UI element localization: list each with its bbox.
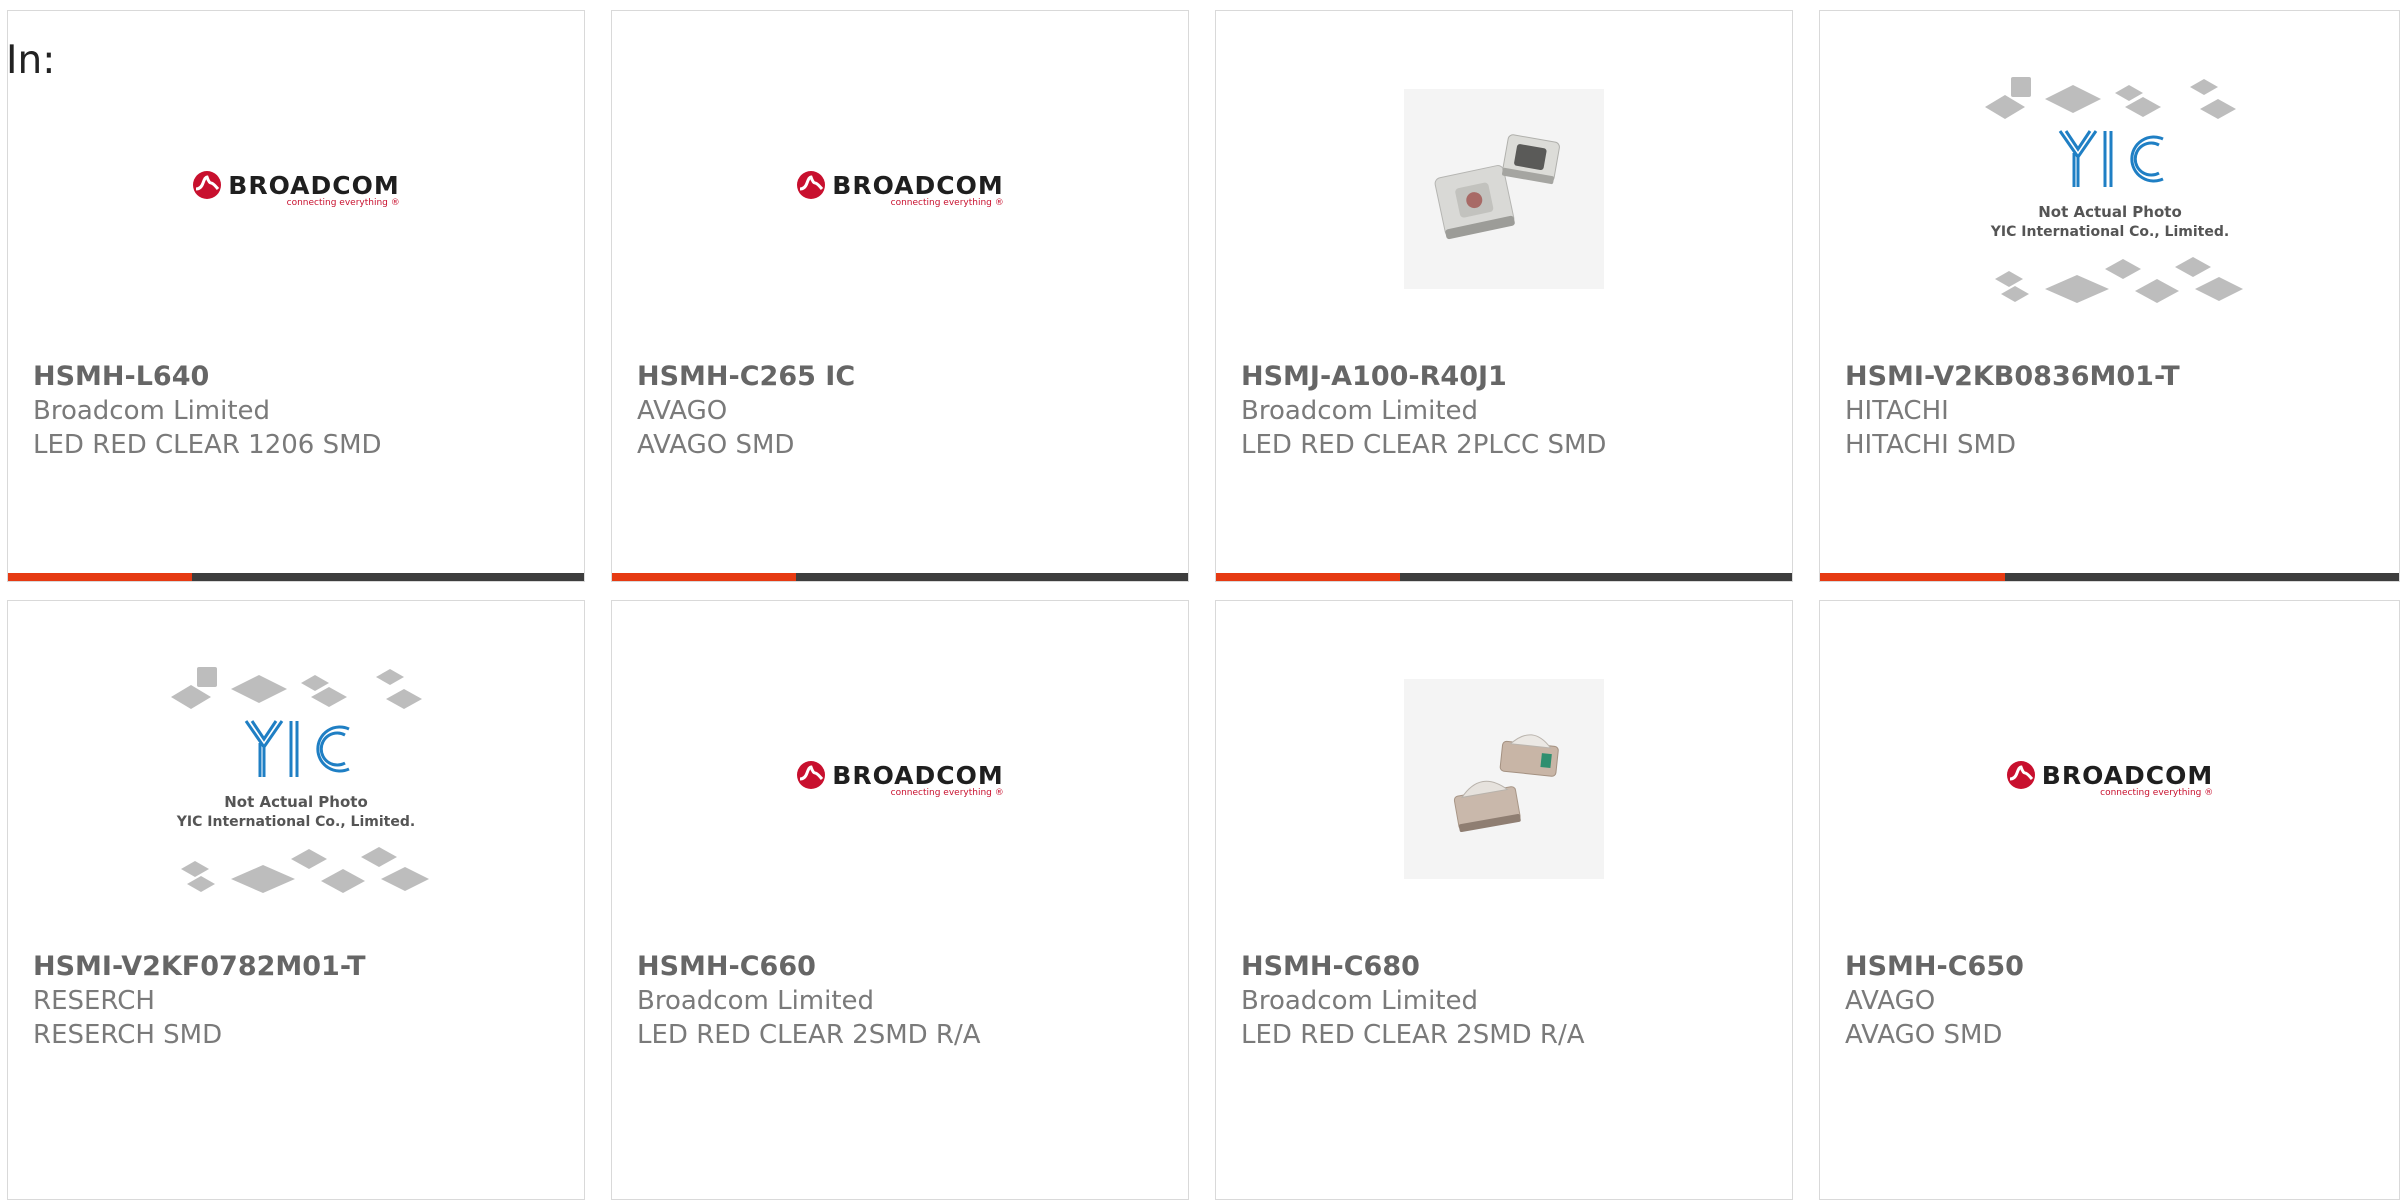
progress-fill — [1216, 573, 1401, 581]
description: RESERCH SMD — [33, 1020, 223, 1050]
product-image — [1216, 69, 1792, 309]
part-number[interactable]: HSMI-V2KB0836M01-T — [1845, 361, 2180, 392]
product-card[interactable]: Not Actual Photo YIC International Co., … — [1819, 10, 2400, 582]
broadcom-wordmark: BROADCOM — [228, 170, 400, 200]
description: HITACHI SMD — [1845, 430, 2017, 460]
yic-caption-line1: Not Actual Photo — [224, 793, 368, 811]
broadcom-tagline: connecting everything ® — [286, 198, 400, 208]
part-number[interactable]: HSMI-V2KF0782M01-T — [33, 951, 366, 982]
yic-caption-line2: YIC International Co., Limited. — [176, 814, 415, 830]
part-number[interactable]: HSMH-C680 — [1241, 951, 1420, 982]
progress-bar — [612, 573, 1188, 581]
manufacturer: Broadcom Limited — [33, 396, 271, 426]
product-card[interactable]: HSMH-C680 Broadcom Limited LED RED CLEAR… — [1215, 600, 1793, 1200]
product-card[interactable]: BROADCOM connecting everything ® HSMH-C6… — [1819, 600, 2400, 1200]
product-image: BROADCOM connecting everything ® — [1820, 659, 2399, 899]
product-card[interactable]: BROADCOM connecting everything ® HSMH-C2… — [611, 10, 1189, 582]
manufacturer: HITACHI — [1845, 396, 1949, 426]
broadcom-mark-icon — [193, 171, 222, 199]
broadcom-tagline: connecting everything ® — [2100, 788, 2214, 798]
broadcom-tagline: connecting everything ® — [890, 198, 1004, 208]
progress-fill — [1820, 573, 2006, 581]
product-image: BROADCOM connecting everything ® — [612, 659, 1188, 899]
broadcom-wordmark: BROADCOM — [832, 760, 1004, 790]
part-number[interactable]: HSMH-C265 IC — [637, 361, 855, 392]
part-number[interactable]: HSMH-C650 — [1845, 951, 2024, 982]
manufacturer: AVAGO — [1845, 986, 1936, 1016]
led-photo-ra — [1404, 679, 1604, 879]
broadcom-logo: BROADCOM connecting everything ® — [796, 760, 1004, 798]
part-number[interactable]: HSMJ-A100-R40J1 — [1241, 361, 1507, 392]
description: LED RED CLEAR 2SMD R/A — [637, 1020, 981, 1050]
yic-placeholder: Not Actual Photo YIC International Co., … — [171, 667, 429, 893]
broadcom-tagline: connecting everything ® — [890, 788, 1004, 798]
product-card[interactable]: BROADCOM connecting everything ® HSMH-C6… — [611, 600, 1189, 1200]
broadcom-logo: BROADCOM connecting everything ® — [796, 170, 1004, 208]
broadcom-logo: BROADCOM connecting everything ® — [2006, 760, 2213, 798]
part-number[interactable]: HSMH-L640 — [33, 361, 209, 392]
broadcom-logo: BROADCOM connecting everything ® — [192, 170, 400, 208]
manufacturer: Broadcom Limited — [1241, 986, 1479, 1016]
broadcom-mark-icon — [797, 761, 826, 789]
description: LED RED CLEAR 2PLCC SMD — [1241, 430, 1607, 460]
description: AVAGO SMD — [1845, 1020, 2003, 1050]
progress-bar — [8, 573, 584, 581]
description: LED RED CLEAR 1206 SMD — [33, 430, 382, 460]
broadcom-mark-icon — [2006, 761, 2035, 789]
manufacturer: RESERCH — [33, 986, 155, 1016]
led-photo-plcc — [1404, 89, 1604, 289]
progress-bar — [1216, 573, 1792, 581]
description: AVAGO SMD — [637, 430, 795, 460]
progress-fill — [8, 573, 193, 581]
product-card[interactable]: Not Actual Photo YIC International Co., … — [7, 600, 585, 1200]
yic-caption-line2: YIC International Co., Limited. — [1989, 224, 2228, 240]
product-image — [1216, 659, 1792, 899]
in-label: In: — [6, 38, 56, 83]
description: LED RED CLEAR 2SMD R/A — [1241, 1020, 1585, 1050]
progress-fill — [612, 573, 797, 581]
broadcom-mark-icon — [797, 171, 826, 199]
product-image: BROADCOM connecting everything ® — [612, 69, 1188, 309]
product-image: Not Actual Photo YIC International Co., … — [8, 659, 584, 899]
product-image: BROADCOM connecting everything ® — [8, 69, 584, 309]
yic-caption-line1: Not Actual Photo — [2038, 203, 2182, 221]
product-image: Not Actual Photo YIC International Co., … — [1820, 69, 2399, 309]
part-number[interactable]: HSMH-C660 — [637, 951, 816, 982]
broadcom-wordmark: BROADCOM — [832, 170, 1004, 200]
yic-placeholder: Not Actual Photo YIC International Co., … — [1984, 77, 2243, 303]
manufacturer: AVAGO — [637, 396, 728, 426]
product-card[interactable]: HSMJ-A100-R40J1 Broadcom Limited LED RED… — [1215, 10, 1793, 582]
progress-bar — [1820, 573, 2399, 581]
manufacturer: Broadcom Limited — [1241, 396, 1479, 426]
manufacturer: Broadcom Limited — [637, 986, 875, 1016]
broadcom-wordmark: BROADCOM — [2041, 760, 2214, 790]
product-card[interactable]: BROADCOM connecting everything ® HSMH-L6… — [7, 10, 585, 582]
